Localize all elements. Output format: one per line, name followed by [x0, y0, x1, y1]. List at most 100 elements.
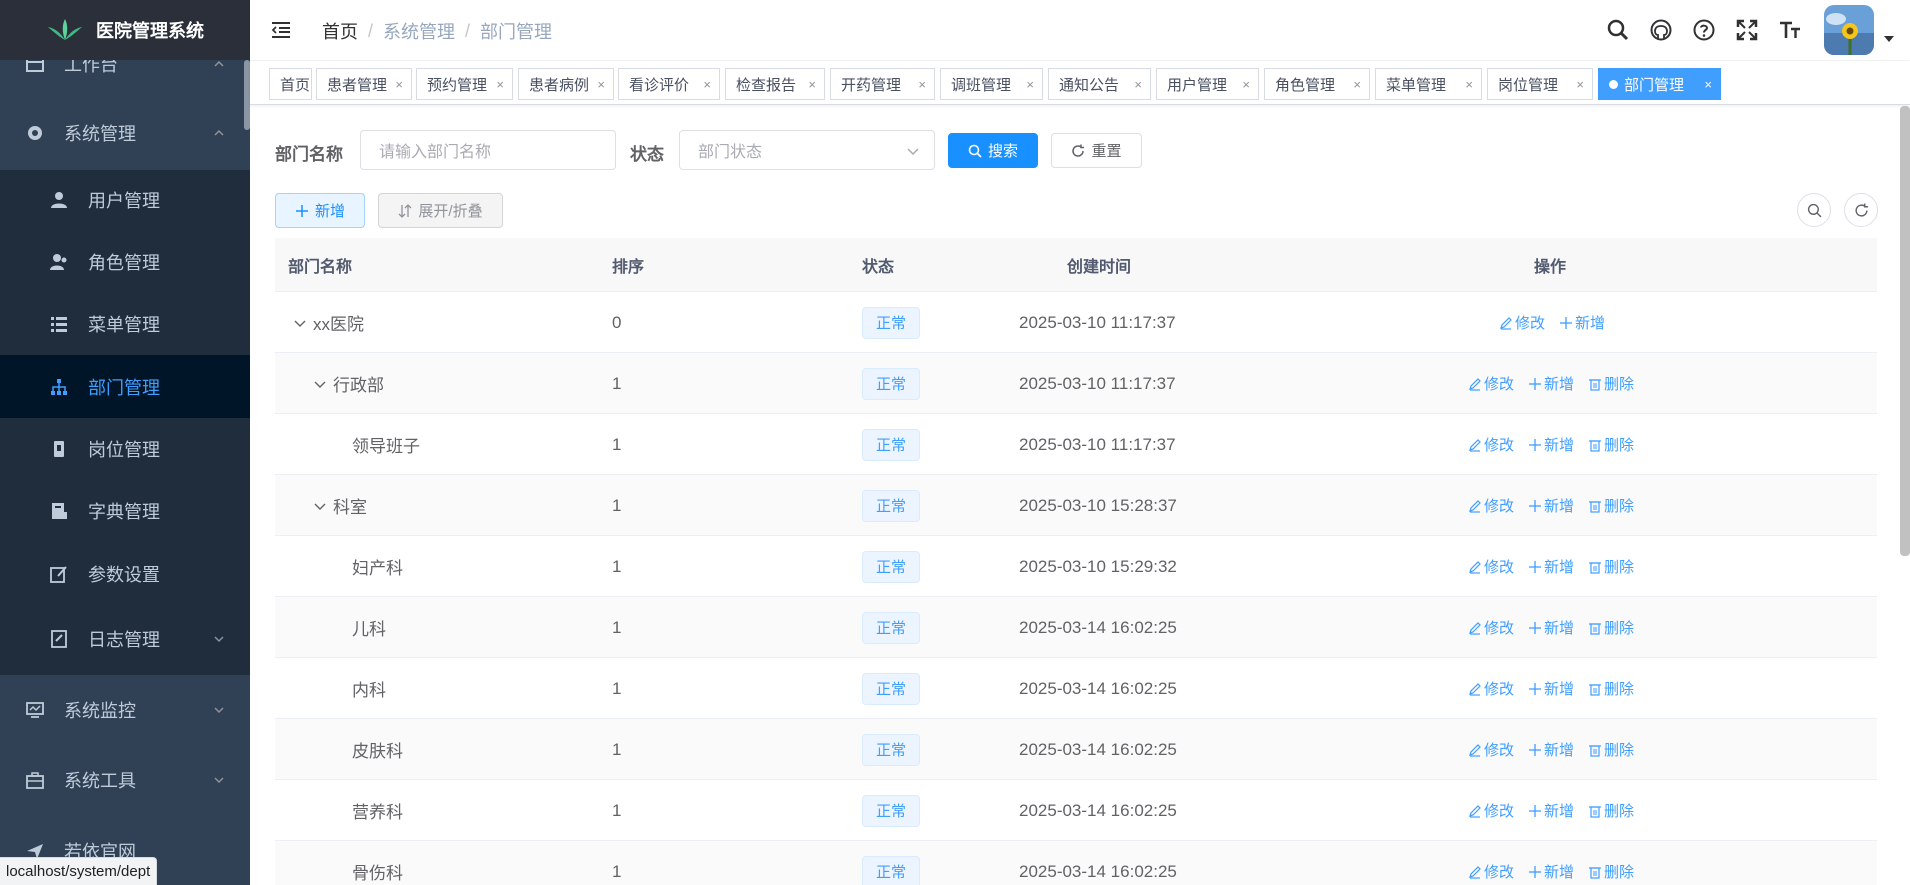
add-child-button[interactable]: 新增 — [1559, 312, 1605, 333]
tag-posts[interactable]: 岗位管理 × — [1487, 68, 1593, 100]
edit-button[interactable]: 修改 — [1468, 373, 1514, 394]
expand-toggle-button[interactable]: 展开/折叠 — [378, 193, 503, 228]
sidebar-item-system[interactable]: 系统管理 — [0, 108, 250, 158]
edit-button[interactable]: 修改 — [1468, 617, 1514, 638]
add-child-button[interactable]: 新增 — [1528, 617, 1574, 638]
delete-button[interactable]: 删除 — [1588, 434, 1634, 455]
delete-button[interactable]: 删除 — [1588, 800, 1634, 821]
close-icon[interactable]: × — [597, 78, 605, 92]
add-child-button[interactable]: 新增 — [1528, 556, 1574, 577]
delete-button[interactable]: 删除 — [1588, 861, 1634, 882]
add-child-button[interactable]: 新增 — [1528, 373, 1574, 394]
tag-patients[interactable]: 患者管理 × — [316, 68, 412, 100]
chevron-down-icon[interactable] — [293, 316, 307, 330]
close-icon[interactable]: × — [1026, 78, 1034, 92]
edit-button[interactable]: 修改 — [1468, 434, 1514, 455]
chevron-down-icon[interactable] — [313, 499, 327, 513]
delete-button[interactable]: 删除 — [1588, 495, 1634, 516]
close-icon[interactable]: × — [1704, 78, 1712, 92]
ops-cell: 修改 新增 删除 — [1468, 414, 1648, 475]
edit-button[interactable]: 修改 — [1468, 800, 1514, 821]
tag-reports[interactable]: 检查报告 × — [725, 68, 825, 100]
font-size-icon[interactable] — [1777, 17, 1803, 43]
tag-prescriptions[interactable]: 开药管理 × — [830, 68, 935, 100]
dept-name-input[interactable]: 请输入部门名称 — [360, 130, 616, 170]
avatar[interactable] — [1824, 5, 1874, 55]
add-child-button[interactable]: 新增 — [1528, 495, 1574, 516]
tag-dept[interactable]: 部门管理 × — [1598, 68, 1721, 100]
chevron-down-icon — [214, 636, 224, 643]
sidebar-item-users[interactable]: 用户管理 — [0, 174, 250, 226]
sidebar-item-menus[interactable]: 菜单管理 — [0, 298, 250, 350]
chevron-down-icon[interactable] — [313, 377, 327, 391]
hamburger-icon[interactable] — [270, 18, 294, 42]
close-icon[interactable]: × — [1242, 78, 1250, 92]
close-icon[interactable]: × — [395, 78, 403, 92]
tag-notices[interactable]: 通知公告 × — [1048, 68, 1151, 100]
sidebar-item-monitor[interactable]: 系统监控 — [0, 684, 250, 736]
edit-button[interactable]: 修改 — [1468, 739, 1514, 760]
tag-home[interactable]: 首页 — [269, 68, 312, 100]
app-logo[interactable]: 医院管理系统 — [0, 0, 250, 60]
delete-button[interactable]: 删除 — [1588, 617, 1634, 638]
search-icon[interactable] — [1605, 17, 1631, 43]
sidebar-item-logs[interactable]: 日志管理 — [0, 613, 250, 665]
close-icon[interactable]: × — [1576, 78, 1584, 92]
toggle-search-button[interactable] — [1797, 193, 1831, 227]
refresh-button[interactable] — [1844, 193, 1878, 227]
status-cell: 正常 — [862, 841, 921, 885]
page-scrollbar[interactable] — [1900, 106, 1910, 556]
github-icon[interactable] — [1648, 17, 1674, 43]
status-select[interactable]: 部门状态 — [679, 130, 935, 170]
sidebar-item-dict[interactable]: 字典管理 — [0, 485, 250, 537]
close-icon[interactable]: × — [1465, 78, 1473, 92]
add-button[interactable]: 新增 — [275, 193, 365, 228]
add-child-button[interactable]: 新增 — [1528, 739, 1574, 760]
tag-menus[interactable]: 菜单管理 × — [1375, 68, 1482, 100]
add-child-button[interactable]: 新增 — [1528, 678, 1574, 699]
sidebar-item-dept[interactable]: 部门管理 — [0, 355, 250, 418]
edit-label: 修改 — [1484, 620, 1515, 637]
trash-icon — [1589, 378, 1602, 391]
add-child-button[interactable]: 新增 — [1528, 800, 1574, 821]
close-icon[interactable]: × — [1353, 78, 1361, 92]
breadcrumb-home[interactable]: 首页 — [322, 18, 358, 44]
edit-button[interactable]: 修改 — [1468, 495, 1514, 516]
tag-users[interactable]: 用户管理 × — [1156, 68, 1259, 100]
tag-evaluations[interactable]: 看诊评价 × — [618, 68, 720, 100]
close-icon[interactable]: × — [1134, 78, 1142, 92]
edit-button[interactable]: 修改 — [1499, 312, 1545, 333]
created-cell: 2025-03-14 16:02:25 — [1019, 678, 1177, 698]
edit-button[interactable]: 修改 — [1468, 678, 1514, 699]
delete-button[interactable]: 删除 — [1588, 739, 1634, 760]
sidebar-item-tools[interactable]: 系统工具 — [0, 754, 250, 806]
tag-roles[interactable]: 角色管理 × — [1264, 68, 1370, 100]
plus-icon — [1560, 316, 1573, 329]
tag-shifts[interactable]: 调班管理 × — [940, 68, 1043, 100]
fullscreen-icon[interactable] — [1734, 17, 1760, 43]
sidebar-item-config[interactable]: 参数设置 — [0, 548, 250, 600]
close-icon[interactable]: × — [918, 78, 926, 92]
add-child-button[interactable]: 新增 — [1528, 861, 1574, 882]
tag-appointments[interactable]: 预约管理 × — [416, 68, 513, 100]
order-cell: 1 — [612, 678, 622, 698]
breadcrumb-separator: / — [465, 20, 471, 41]
close-icon[interactable]: × — [496, 78, 504, 92]
reset-button[interactable]: 重置 — [1051, 133, 1142, 168]
caret-down-icon[interactable] — [1882, 32, 1896, 46]
edit-button[interactable]: 修改 — [1468, 861, 1514, 882]
delete-button[interactable]: 删除 — [1588, 678, 1634, 699]
sidebar: 工作台 医院管理系统 系统管理 用户管理 角色管理 菜单管理 部门管理 岗位管理… — [0, 0, 250, 885]
help-icon[interactable] — [1691, 17, 1717, 43]
tag-cases[interactable]: 患者病例 × — [518, 68, 614, 100]
add-child-button[interactable]: 新增 — [1528, 434, 1574, 455]
sidebar-item-posts[interactable]: 岗位管理 — [0, 423, 250, 475]
close-icon[interactable]: × — [703, 78, 711, 92]
sidebar-item-roles[interactable]: 角色管理 — [0, 236, 250, 288]
close-icon[interactable]: × — [808, 78, 816, 92]
edit-button[interactable]: 修改 — [1468, 556, 1514, 577]
delete-button[interactable]: 删除 — [1588, 373, 1634, 394]
delete-button[interactable]: 删除 — [1588, 556, 1634, 577]
search-button[interactable]: 搜索 — [948, 133, 1038, 168]
tag-label: 预约管理 — [427, 76, 488, 94]
